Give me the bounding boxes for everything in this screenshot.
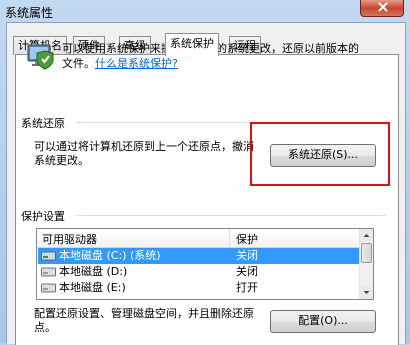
column-header-drive[interactable]: 可用驱动器 bbox=[42, 231, 97, 247]
protection-status: 打开 bbox=[236, 281, 258, 294]
tab-system-protection[interactable]: 系统保护 bbox=[165, 33, 219, 56]
drive-row-e[interactable]: 本地磁盘 (E:) 打开 bbox=[38, 280, 360, 296]
what-is-system-protection-link[interactable]: 什么是系统保护? bbox=[95, 57, 178, 70]
group-divider bbox=[76, 215, 386, 216]
drive-row-c[interactable]: 本地磁盘 (C:) (系统) 关闭 bbox=[38, 248, 360, 264]
protection-status: 关闭 bbox=[236, 249, 258, 262]
column-separator[interactable] bbox=[229, 229, 230, 247]
configure-description: 配置还原设置、管理磁盘空间，并且删除还原点。 bbox=[34, 307, 254, 334]
list-header: 可用驱动器 保护 bbox=[37, 229, 360, 248]
protection-settings-group-title: 保护设置 bbox=[21, 210, 65, 223]
drive-row-d[interactable]: 本地磁盘 (D:) 关闭 bbox=[38, 264, 360, 280]
drive-name: 本地磁盘 (C:) (系统) bbox=[59, 249, 161, 262]
scroll-up-button[interactable] bbox=[360, 229, 373, 242]
close-button[interactable] bbox=[360, 0, 404, 17]
vertical-scrollbar[interactable] bbox=[359, 229, 373, 299]
system-restore-group-title: 系统还原 bbox=[21, 117, 65, 130]
hard-drive-icon bbox=[41, 251, 56, 261]
drive-name: 本地磁盘 (E:) bbox=[59, 281, 126, 294]
scroll-down-button[interactable] bbox=[360, 286, 373, 299]
shield-computer-icon bbox=[27, 44, 54, 70]
chevron-up-icon bbox=[363, 234, 370, 237]
hard-drive-icon bbox=[41, 283, 56, 293]
configure-button[interactable]: 配置(O)... bbox=[270, 310, 376, 333]
red-highlight-box bbox=[250, 122, 390, 186]
system-protection-panel bbox=[15, 54, 399, 345]
hard-drive-icon bbox=[41, 267, 56, 277]
chevron-down-icon bbox=[363, 291, 370, 294]
title-bar[interactable]: 系统属性 bbox=[0, 0, 410, 22]
drive-list[interactable]: 可用驱动器 保护 本地磁盘 (C:) (系统) 关闭 本地磁盘 (D:) 关闭 bbox=[36, 228, 374, 300]
column-header-protection[interactable]: 保护 bbox=[236, 231, 258, 247]
drive-name: 本地磁盘 (D:) bbox=[59, 265, 128, 278]
system-properties-window: 系统属性 计算机名 硬件 高级 系统保护 远程 可以使用系统保护来撤消不需要的系… bbox=[0, 0, 410, 345]
window-title: 系统属性 bbox=[5, 6, 54, 20]
scroll-thumb[interactable] bbox=[361, 243, 372, 263]
protection-status: 关闭 bbox=[236, 265, 258, 278]
restore-description: 可以通过将计算机还原到上一个还原点，撤消系统更改。 bbox=[34, 140, 254, 167]
